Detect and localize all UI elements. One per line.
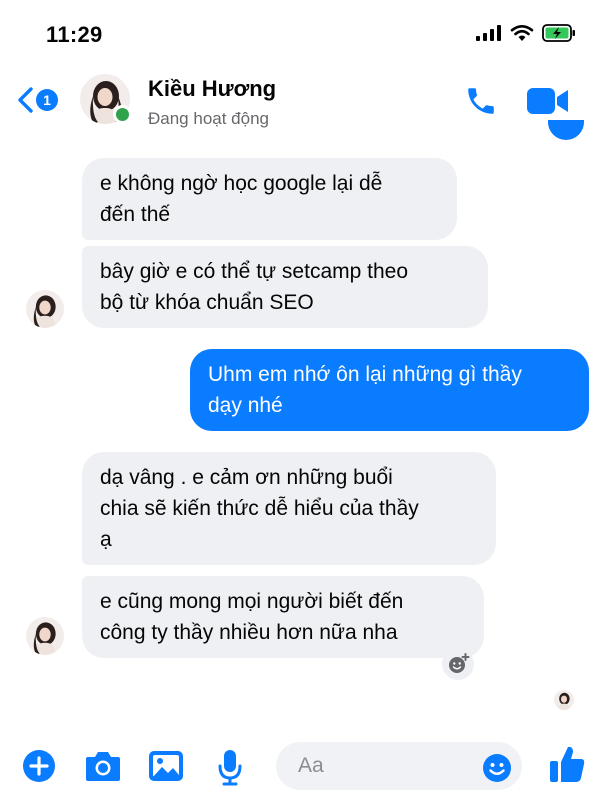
camera-icon	[86, 752, 120, 781]
message-composer	[0, 736, 598, 800]
message-text-line: e cũng mong mọi người biết đến	[100, 590, 404, 613]
plus-icon	[23, 750, 55, 782]
battery-charging-icon	[542, 24, 575, 42]
message-bubble-incoming[interactable]: e không ngờ học google lại dễ đến thế	[82, 158, 457, 240]
chat-header: 1 Kiều Hương Đang hoạt động	[0, 64, 598, 142]
wifi-icon	[510, 25, 534, 41]
add-reaction-button[interactable]	[442, 648, 474, 680]
gallery-icon	[149, 751, 183, 781]
signal-icon	[476, 25, 501, 41]
message-text-line: e không ngờ học google lại dễ	[100, 172, 383, 195]
camera-button[interactable]	[84, 749, 122, 788]
add-reaction-icon	[449, 653, 470, 673]
online-indicator	[113, 105, 132, 124]
status-time: 11:29	[46, 22, 103, 47]
seen-receipt-avatar	[554, 690, 574, 710]
voice-message-button[interactable]	[216, 748, 244, 791]
like-button[interactable]	[548, 744, 586, 789]
profile-photo-icon	[26, 290, 64, 328]
video-camera-icon	[527, 88, 568, 114]
status-bar: 11:29	[0, 0, 598, 64]
back-button[interactable]: 1	[16, 86, 58, 114]
message-text-line: chia sẽ kiến thức dễ hiểu của thầy	[100, 497, 419, 520]
emoji-button[interactable]	[482, 753, 512, 788]
message-text-line: dạ vâng . e cảm ơn những buổi	[100, 466, 393, 489]
message-text-line: dạy nhé	[208, 394, 283, 417]
contact-status: Đang hoạt động	[148, 109, 269, 128]
message-bubble-outgoing[interactable]: Uhm em nhớ ôn lại những gì thầy dạy nhé	[190, 349, 589, 431]
emoji-icon	[483, 754, 511, 782]
contact-avatar[interactable]	[80, 74, 132, 124]
message-text-line: đến thế	[100, 203, 171, 226]
profile-photo-icon	[554, 690, 574, 710]
profile-photo-icon	[26, 617, 64, 655]
message-text-line: ạ	[100, 528, 112, 551]
more-actions-button[interactable]	[22, 749, 56, 788]
message-text-line: bộ từ khóa chuẩn SEO	[100, 291, 314, 314]
sender-avatar[interactable]	[26, 617, 64, 655]
status-icons	[476, 24, 576, 42]
message-text-line: Uhm em nhớ ôn lại những gì thầy	[208, 363, 522, 386]
like-thumb-icon	[550, 746, 585, 782]
contact-name[interactable]: Kiều Hương	[148, 76, 276, 102]
sender-avatar[interactable]	[26, 290, 64, 328]
message-bubble-incoming[interactable]: e cũng mong mọi người biết đến công ty t…	[82, 576, 484, 658]
unread-count-badge: 1	[36, 89, 58, 111]
video-call-button[interactable]	[526, 86, 570, 121]
message-bubble-incoming[interactable]: dạ vâng . e cảm ơn những buổi chia sẽ ki…	[82, 452, 496, 565]
message-text-line: bây giờ e có thể tự setcamp theo	[100, 260, 408, 283]
voice-call-button[interactable]	[464, 84, 498, 123]
message-bubble-incoming[interactable]: bây giờ e có thể tự setcamp theo bộ từ k…	[82, 246, 488, 328]
message-text-line: công ty thầy nhiều hơn nữa nha	[100, 621, 398, 644]
gallery-button[interactable]	[148, 750, 184, 787]
phone-icon	[468, 88, 494, 114]
microphone-icon	[218, 750, 242, 786]
back-chevron-icon	[18, 87, 33, 113]
